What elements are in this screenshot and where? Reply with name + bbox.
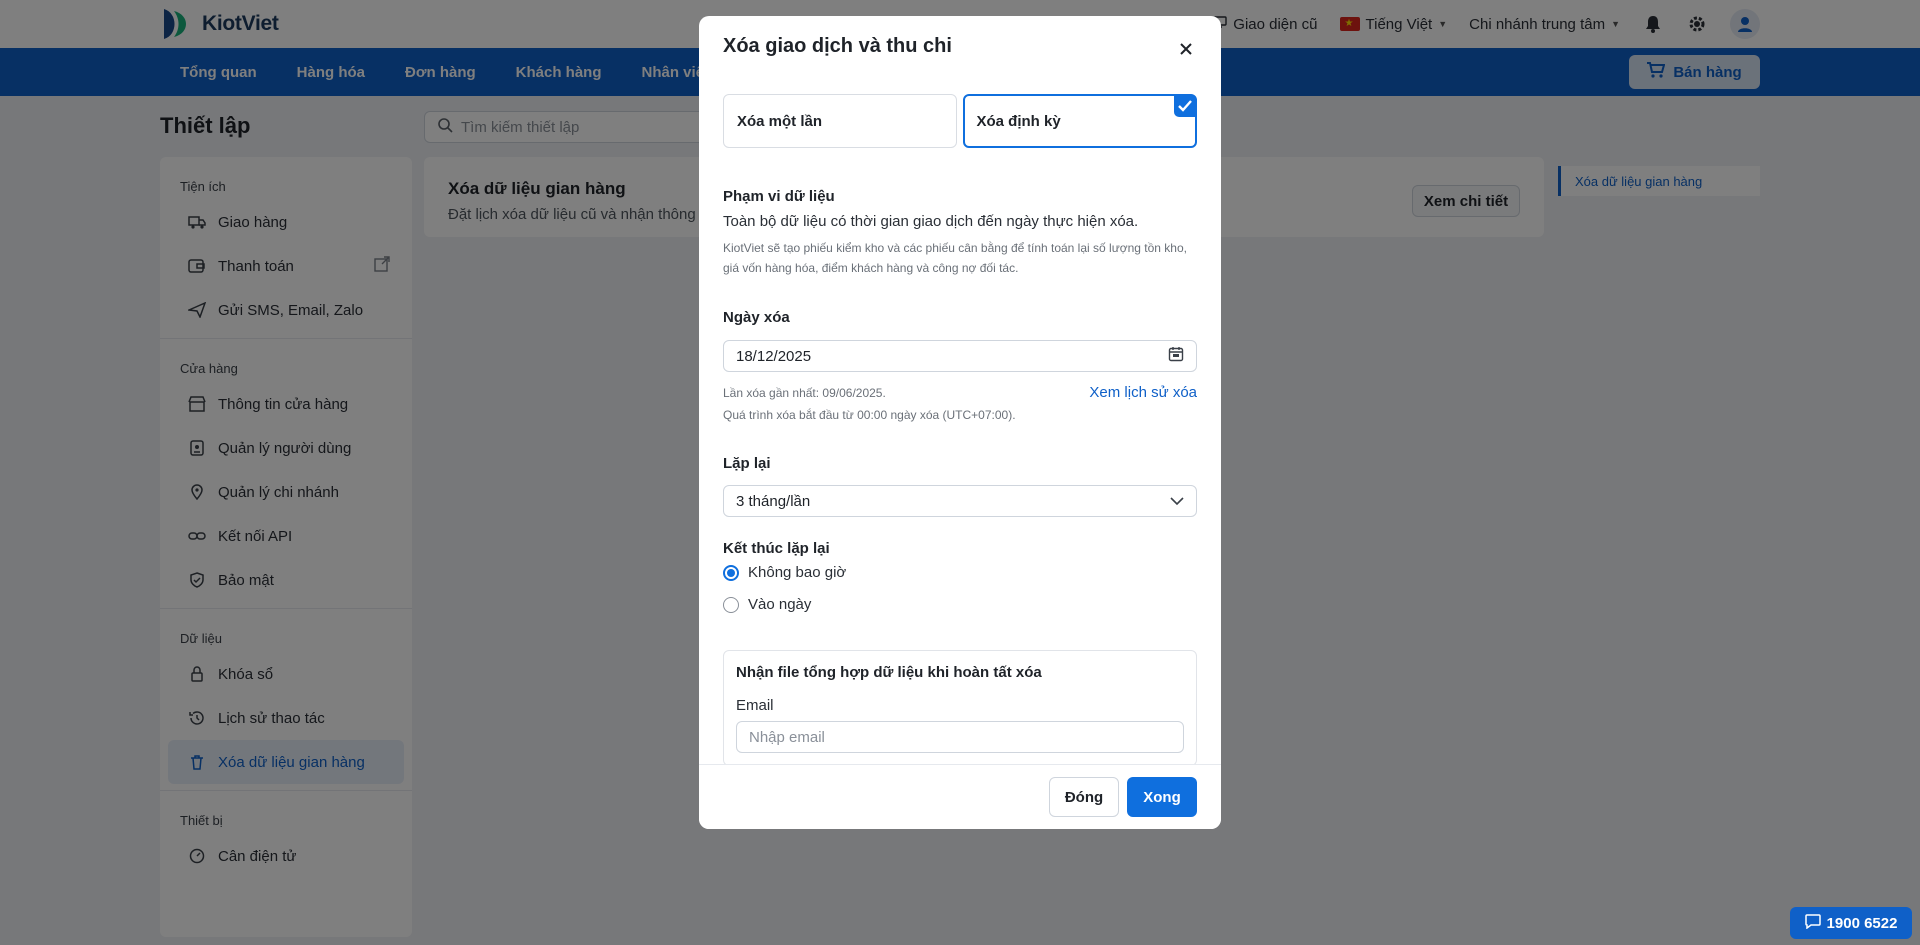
modal-body: Xóa một lần Xóa định kỳ Phạm vi dữ liệu …	[699, 84, 1221, 764]
modal-title: Xóa giao dịch và thu chi	[723, 35, 952, 57]
close-icon[interactable]	[1175, 38, 1197, 60]
process-note: Quá trình xóa bắt đầu từ 00:00 ngày xóa …	[723, 408, 1016, 422]
option-delete-periodic[interactable]: Xóa định kỳ	[962, 94, 1197, 148]
delete-date-value: 18/12/2025	[736, 347, 812, 365]
radio-button[interactable]	[723, 596, 739, 613]
last-delete-note: Lần xóa gần nhất: 09/06/2025.	[723, 386, 886, 400]
delete-date-input[interactable]: 18/12/2025	[723, 340, 1197, 372]
chevron-down-icon	[1170, 493, 1184, 510]
hotline-button[interactable]: 1900 6522	[1790, 907, 1912, 939]
radio-label: Vào ngày	[748, 596, 812, 613]
hotline-number: 1900 6522	[1826, 914, 1898, 932]
chat-icon	[1804, 913, 1821, 933]
scope-note: KiotViet sẽ tạo phiếu kiểm kho và các ph…	[723, 241, 1187, 275]
radio-button[interactable]	[723, 564, 739, 581]
radio-end-on-date[interactable]: Vào ngày	[723, 596, 811, 613]
email-input[interactable]	[736, 721, 1184, 753]
delete-history-link[interactable]: Xem lịch sử xóa	[1089, 384, 1197, 401]
repeat-label: Lặp lại	[723, 455, 771, 472]
delete-date-label: Ngày xóa	[723, 309, 790, 326]
scope-label: Phạm vi dữ liệu	[723, 188, 835, 205]
repeat-value: 3 tháng/lần	[736, 492, 811, 510]
radio-end-never[interactable]: Không bao giờ	[723, 564, 846, 581]
email-label: Email	[736, 697, 774, 714]
calendar-icon[interactable]	[1168, 346, 1184, 366]
checkmark-icon	[1174, 95, 1196, 117]
option-label: Xóa một lần	[737, 112, 823, 130]
radio-label: Không bao giờ	[748, 564, 847, 581]
email-summary-box: Nhận file tổng hợp dữ liệu khi hoàn tất …	[723, 650, 1197, 764]
close-button[interactable]: Đóng	[1049, 777, 1119, 817]
modal-footer: Đóng Xong	[699, 764, 1221, 829]
end-repeat-label: Kết thúc lặp lại	[723, 540, 830, 557]
option-delete-once[interactable]: Xóa một lần	[723, 94, 957, 148]
delete-mode-options: Xóa một lần Xóa định kỳ	[723, 94, 1197, 148]
repeat-select[interactable]: 3 tháng/lần	[723, 485, 1197, 517]
delete-transactions-modal: Xóa giao dịch và thu chi Xóa một lần Xóa…	[699, 16, 1221, 829]
email-box-title: Nhận file tổng hợp dữ liệu khi hoàn tất …	[736, 664, 1042, 681]
option-label: Xóa định kỳ	[976, 112, 1061, 130]
scope-text: Toàn bộ dữ liệu có thời gian giao dịch đ…	[723, 213, 1139, 230]
done-button[interactable]: Xong	[1127, 777, 1197, 817]
